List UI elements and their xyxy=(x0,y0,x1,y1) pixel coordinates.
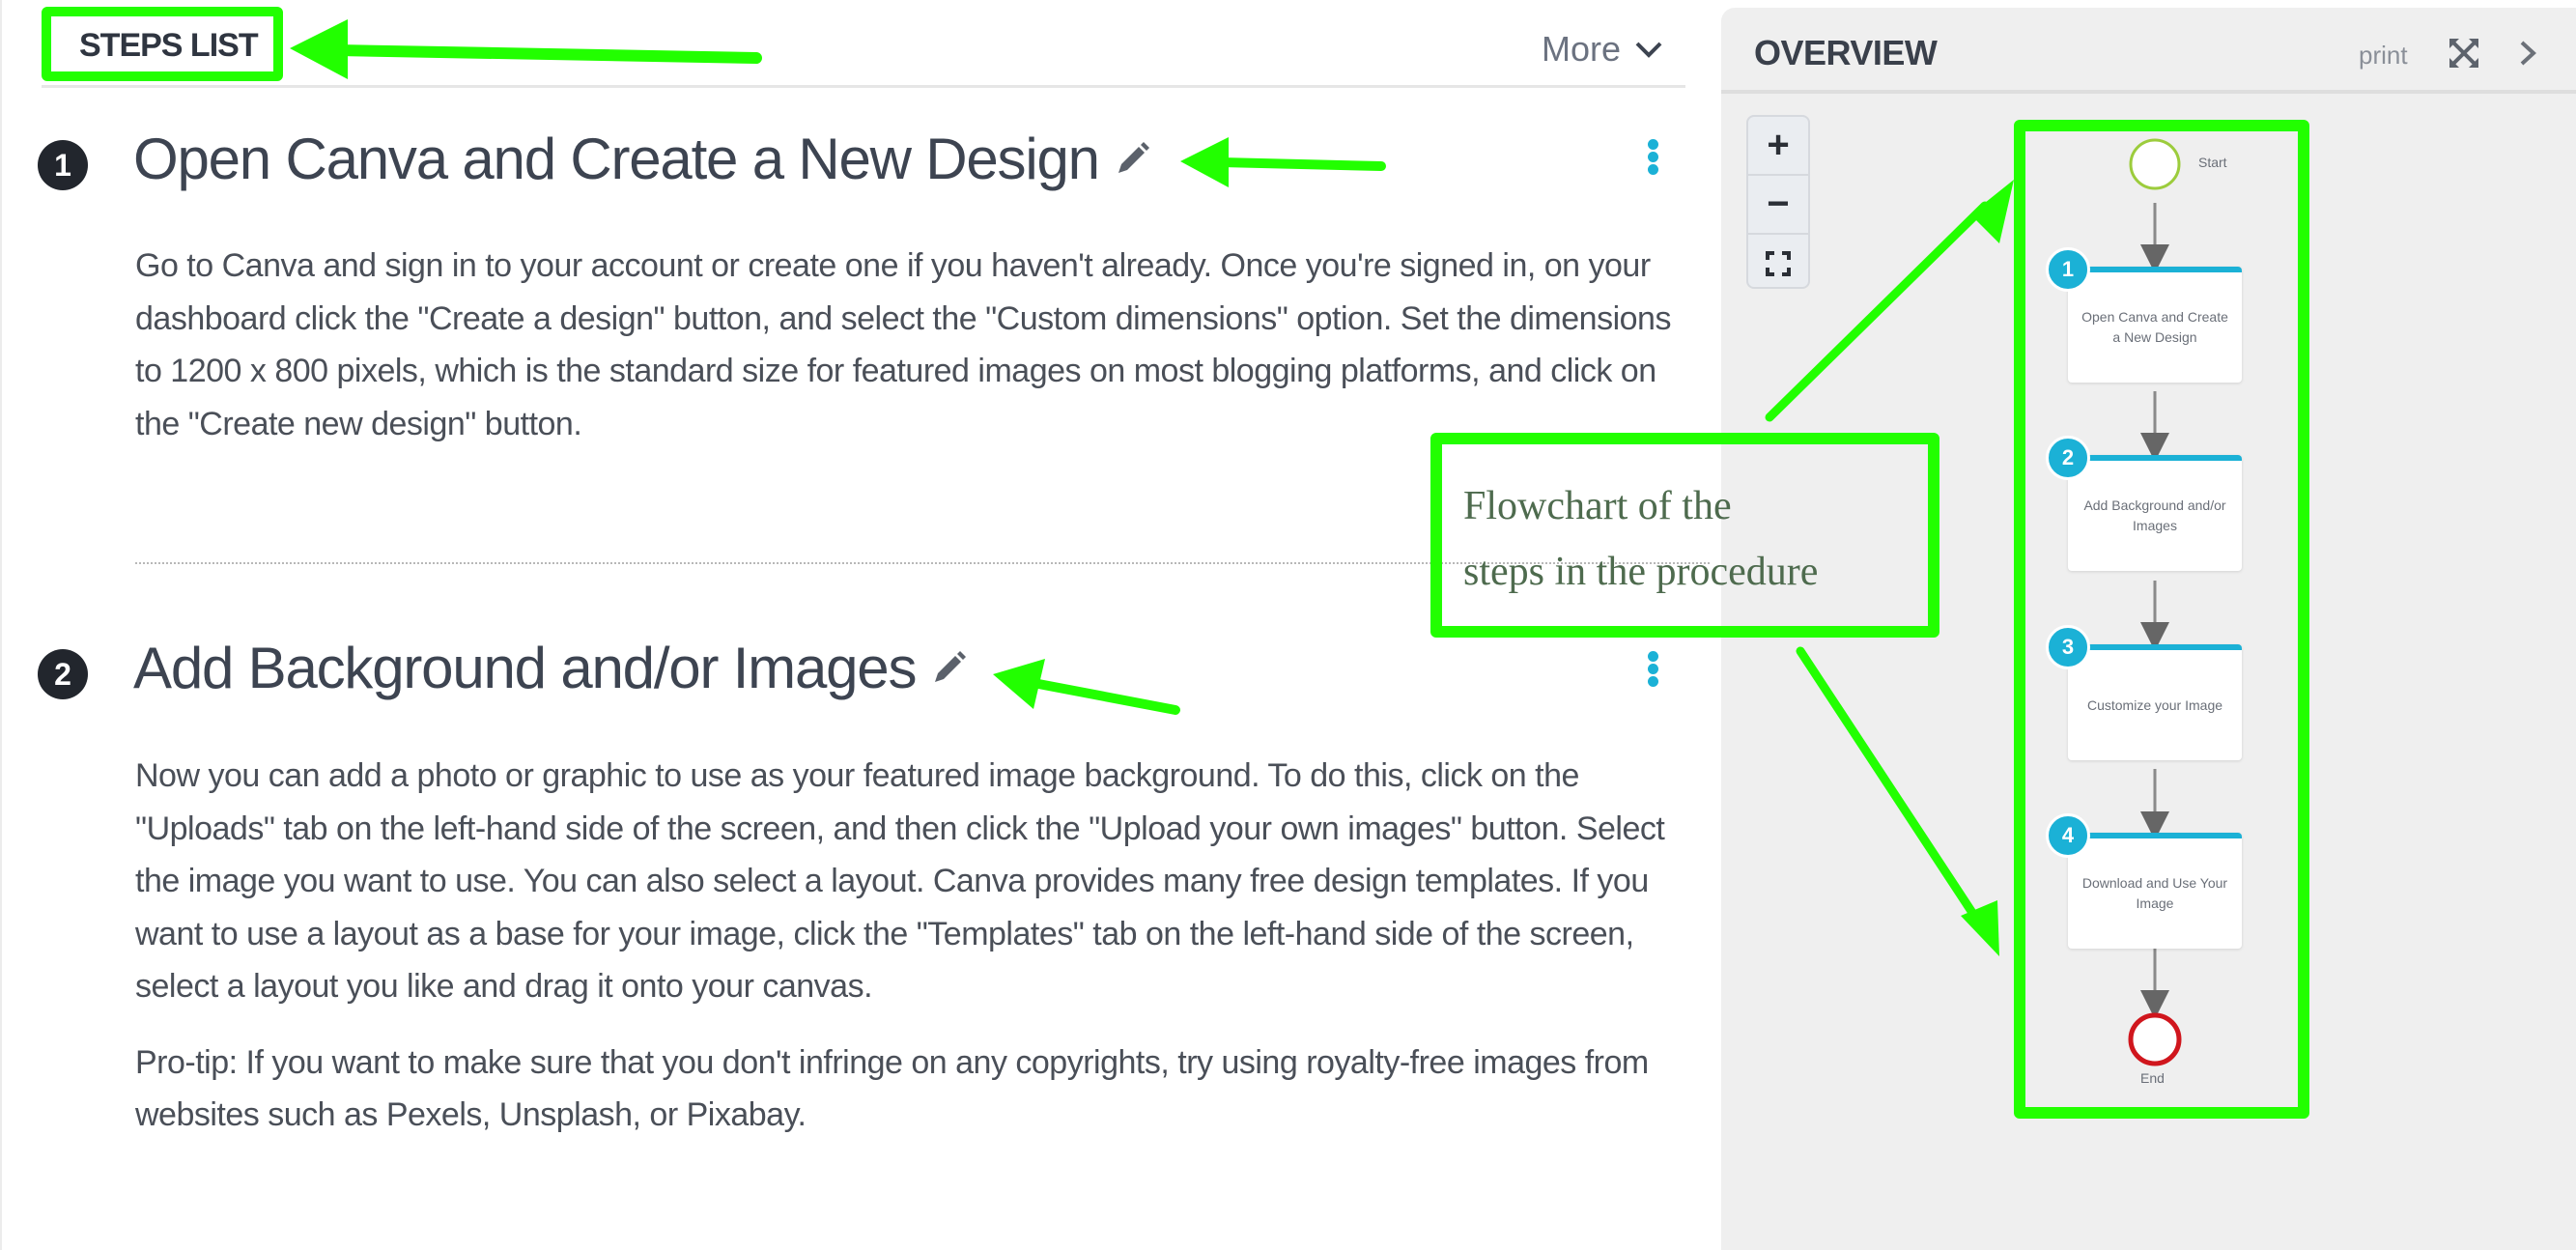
step-title-1[interactable]: Open Canva and Create a New Design xyxy=(133,126,1151,192)
pencil-edit-icon[interactable] xyxy=(1113,140,1151,179)
header-divider xyxy=(42,85,1685,88)
overview-title: OVERVIEW xyxy=(1754,33,1938,72)
page-left-edge xyxy=(0,0,2,1250)
annotation-callout-text: Flowchart of the steps in the procedure xyxy=(1463,473,1818,605)
annotation-arrow-pencil-2 xyxy=(1029,678,1180,715)
step-title-text: Open Canva and Create a New Design xyxy=(133,127,1100,191)
step-paragraph: Go to Canva and sign in to your account … xyxy=(135,247,1671,442)
zoom-out-button[interactable]: − xyxy=(1748,176,1808,235)
annotation-line: steps in the procedure xyxy=(1463,550,1819,594)
annotation-arrow-pencil-1 xyxy=(1217,157,1386,171)
fit-to-screen-icon xyxy=(1766,250,1791,276)
step-title-text: Add Background and/or Images xyxy=(133,636,917,700)
fullscreen-expand-icon[interactable] xyxy=(2448,37,2480,70)
step-paragraph: Pro-tip: If you want to make sure that y… xyxy=(135,1043,1649,1134)
zoom-in-button[interactable]: + xyxy=(1748,117,1808,176)
step-1-menu-kebab-icon[interactable] xyxy=(1643,137,1662,176)
annotation-arrowhead xyxy=(290,19,348,79)
zoom-controls: + − xyxy=(1746,115,1810,289)
annotation-arrowhead xyxy=(993,659,1045,709)
annotation-line: Flowchart of the xyxy=(1463,484,1732,528)
annotation-highlight-steps-list xyxy=(42,7,283,81)
pencil-edit-icon[interactable] xyxy=(929,649,968,688)
step-2-menu-kebab-icon[interactable] xyxy=(1643,649,1662,688)
print-link[interactable]: print xyxy=(2359,41,2408,71)
step-number-badge: 1 xyxy=(38,140,88,190)
annotation-arrowhead xyxy=(1180,137,1229,187)
step-title-2[interactable]: Add Background and/or Images xyxy=(133,635,968,701)
step-paragraph: Now you can add a photo or graphic to us… xyxy=(135,757,1665,1005)
chevron-right-icon[interactable] xyxy=(2516,37,2539,70)
annotation-highlight-flowchart xyxy=(2014,120,2309,1119)
step-number-badge: 2 xyxy=(38,649,88,699)
annotation-arrow-steps-list xyxy=(332,44,762,64)
overview-header-divider xyxy=(1721,90,2576,94)
chevron-down-icon xyxy=(1635,42,1662,58)
fit-view-button[interactable] xyxy=(1748,235,1808,287)
step-2-description: Now you can add a photo or graphic to us… xyxy=(135,750,1700,1165)
more-label: More xyxy=(1542,29,1622,69)
more-dropdown-button[interactable]: More xyxy=(1542,29,1663,70)
